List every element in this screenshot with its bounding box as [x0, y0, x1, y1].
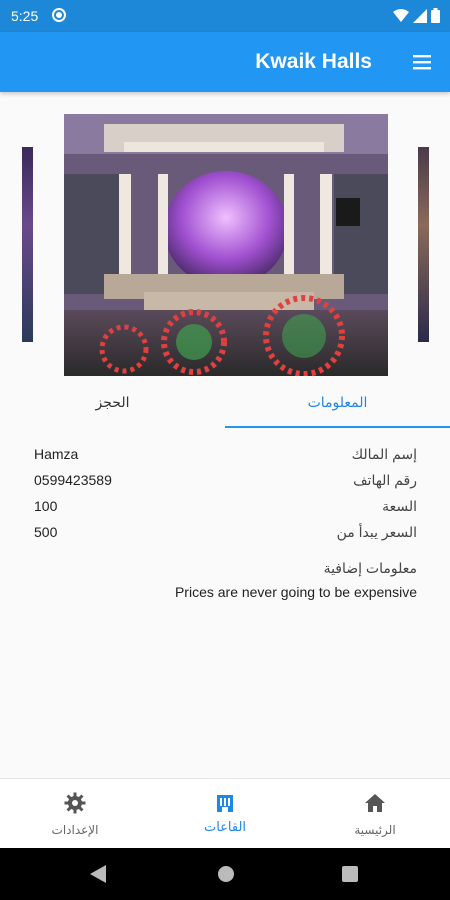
hall-tabs: الحجز المعلومات	[0, 380, 450, 430]
back-icon[interactable]	[90, 865, 106, 883]
capacity-row: 100 السعة	[0, 498, 450, 522]
app-title: Kwaik Halls	[255, 50, 372, 73]
price-label: السعر يبدأ من	[336, 524, 417, 540]
system-nav-bar	[0, 848, 450, 900]
bottom-nav: الإعدادات القاعات الرئيسية	[0, 778, 450, 848]
nav-halls-label: القاعات	[203, 819, 247, 834]
signal-icon	[413, 8, 427, 23]
status-time: 5:25	[11, 8, 39, 24]
nav-settings-label: الإعدادات	[51, 823, 99, 837]
halls-icon	[217, 795, 233, 812]
price-value: 500	[34, 524, 58, 540]
extra-info-value: Prices are never going to be expensive	[174, 584, 417, 600]
tab-info[interactable]: المعلومات	[225, 380, 450, 430]
extra-info-label: معلومات إضافية	[323, 560, 417, 576]
next-hall-image[interactable]	[418, 147, 429, 342]
phone-label: رقم الهاتف	[353, 472, 417, 488]
phone-value: 0599423589	[34, 472, 112, 488]
recents-icon[interactable]	[342, 866, 358, 882]
tab-booking[interactable]: الحجز	[0, 380, 225, 430]
owner-value: Hamza	[34, 446, 79, 462]
nav-settings[interactable]: الإعدادات	[0, 779, 150, 849]
tab-indicator	[225, 426, 450, 428]
owner-label: إسم المالك	[351, 446, 417, 462]
price-row: 500 السعر يبدأ من	[0, 524, 450, 548]
nav-home-label: الرئيسية	[354, 823, 396, 837]
capacity-label: السعة	[382, 498, 417, 514]
app-bar: Kwaik Halls	[0, 32, 450, 92]
menu-icon[interactable]	[410, 50, 434, 74]
owner-row: Hamza إسم المالك	[0, 446, 450, 470]
sync-icon	[52, 8, 66, 22]
home-icon	[365, 794, 385, 812]
home-button-icon[interactable]	[217, 865, 235, 883]
nav-halls[interactable]: القاعات	[150, 779, 300, 849]
hall-image[interactable]	[64, 114, 388, 376]
gear-icon	[64, 792, 86, 814]
status-bar: 5:25	[0, 0, 450, 32]
hall-image-carousel[interactable]	[0, 114, 450, 376]
battery-icon	[431, 8, 440, 23]
wifi-icon	[393, 8, 409, 22]
previous-hall-image[interactable]	[22, 147, 33, 342]
nav-home[interactable]: الرئيسية	[300, 779, 450, 849]
capacity-value: 100	[34, 498, 58, 514]
status-icons	[393, 8, 440, 23]
phone-row: 0599423589 رقم الهاتف	[0, 472, 450, 496]
